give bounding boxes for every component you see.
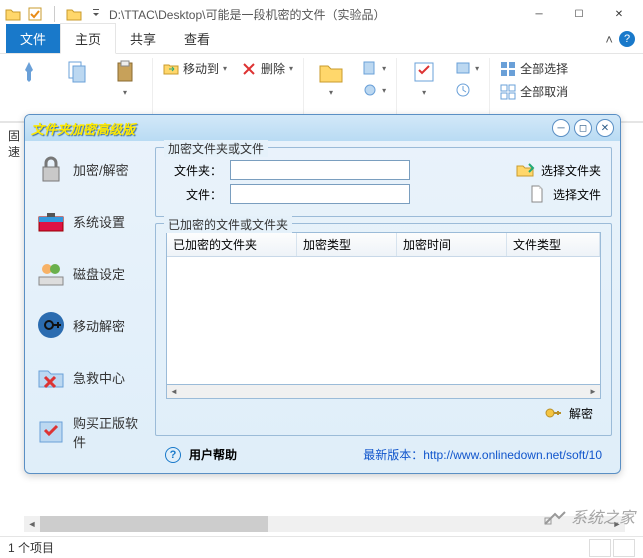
help-icon[interactable]: ? <box>619 31 635 47</box>
folder-input[interactable] <box>230 160 410 180</box>
select-file-button[interactable]: 选择文件 <box>527 184 601 204</box>
explorer-hscrollbar[interactable]: ◄ ► <box>24 516 625 532</box>
sidebar-item-mobile[interactable]: 移动解密 <box>29 305 151 345</box>
encrypted-listview[interactable]: 已加密的文件夹 加密类型 加密时间 文件类型 <box>166 232 601 385</box>
open-button[interactable]: ▾ <box>451 58 483 78</box>
minimize-button[interactable]: ─ <box>519 0 559 28</box>
encrypt-group-legend: 加密文件夹或文件 <box>164 140 268 157</box>
key-disc-icon <box>35 309 67 341</box>
pin-button[interactable] <box>8 58 50 88</box>
sidebar-item-buy[interactable]: 购买正版软件 <box>29 409 151 455</box>
sidebar-item-disk[interactable]: 磁盘设定 <box>29 253 151 293</box>
folder-yellow-icon[interactable] <box>65 5 83 23</box>
sidebar-item-label: 移动解密 <box>73 316 125 335</box>
tab-home[interactable]: 主页 <box>60 23 116 54</box>
ribbon-body: ▾ 移动到▾ 删除▾ ▾ ▾ ▾ ▾ ▾ 全部选择 全部取消 <box>0 54 643 122</box>
view-details-button[interactable] <box>589 539 611 557</box>
dialog-minimize-button[interactable]: ─ <box>552 119 570 137</box>
info-icon: ? <box>165 447 181 463</box>
col-time[interactable]: 加密时间 <box>397 233 507 256</box>
sidebar-item-label: 系统设置 <box>73 212 125 231</box>
version-label: 最新版本：http://www.onlinedown.net/soft/10 <box>363 446 602 463</box>
new-item-button[interactable]: ▾ <box>358 58 390 78</box>
checkbox-checked-icon[interactable] <box>26 5 44 23</box>
history-button[interactable] <box>451 80 483 100</box>
folder-icon <box>4 5 22 23</box>
nav-pane-partial: 固 速 <box>8 128 20 160</box>
encrypt-dialog: 文件夹加密高级版 ─ ◻ ✕ 加密/解密 系统设置 磁盘设定 移动解密 <box>24 114 621 474</box>
folder-arrow-icon <box>515 160 535 180</box>
close-button[interactable]: ✕ <box>599 0 639 28</box>
toolbox-icon <box>35 205 67 237</box>
sidebar-item-label: 急救中心 <box>73 368 125 387</box>
sidebar-item-label: 加密/解密 <box>73 160 129 179</box>
dialog-titlebar: 文件夹加密高级版 ─ ◻ ✕ <box>25 115 620 141</box>
sidebar-item-rescue[interactable]: 急救中心 <box>29 357 151 397</box>
col-type[interactable]: 加密类型 <box>297 233 397 256</box>
delete-button[interactable]: 删除▾ <box>237 58 297 79</box>
listview-hscroll[interactable]: ◄► <box>166 385 601 399</box>
copy-button[interactable] <box>56 58 98 88</box>
easy-access-button[interactable]: ▾ <box>358 80 390 100</box>
file-label: 文件： <box>166 186 222 203</box>
tab-view[interactable]: 查看 <box>170 24 224 53</box>
tab-file[interactable]: 文件 <box>6 24 60 53</box>
dialog-footer: ? 用户帮助 最新版本：http://www.onlinedown.net/so… <box>155 442 612 467</box>
dialog-maximize-button[interactable]: ◻ <box>574 119 592 137</box>
ribbon-tabs: 文件 主页 共享 查看 ˄ ? <box>0 28 643 54</box>
maximize-button[interactable]: ☐ <box>559 0 599 28</box>
address-path: D:\TTAC\Desktop\可能是一段机密的文件（实验品） <box>109 6 519 23</box>
key-icon <box>543 403 563 423</box>
paste-button[interactable]: ▾ <box>104 58 146 97</box>
ribbon-collapse-icon[interactable]: ˄ <box>605 32 613 47</box>
select-none-button[interactable]: 全部取消 <box>496 81 572 102</box>
properties-button[interactable]: ▾ <box>403 58 445 97</box>
encrypted-list-group: 已加密的文件或文件夹 已加密的文件夹 加密类型 加密时间 文件类型 ◄► 解密 <box>155 223 612 436</box>
new-folder-button[interactable]: ▾ <box>310 58 352 97</box>
listview-header: 已加密的文件夹 加密类型 加密时间 文件类型 <box>167 233 600 257</box>
encrypted-list-legend: 已加密的文件或文件夹 <box>164 216 292 233</box>
lock-icon <box>35 153 67 185</box>
select-folder-button[interactable]: 选择文件夹 <box>515 160 601 180</box>
dialog-main: 加密文件夹或文件 文件夹： 选择文件夹 文件： 选择文件 <box>155 141 620 473</box>
qat-dropdown-icon[interactable] <box>87 5 105 23</box>
version-link[interactable]: http://www.onlinedown.net/soft/10 <box>423 448 602 462</box>
dialog-close-button[interactable]: ✕ <box>596 119 614 137</box>
file-icon <box>527 184 547 204</box>
purchase-icon <box>35 416 67 448</box>
file-input[interactable] <box>230 184 410 204</box>
dialog-sidebar: 加密/解密 系统设置 磁盘设定 移动解密 急救中心 购买正版软件 <box>25 141 155 473</box>
sidebar-item-label: 磁盘设定 <box>73 264 125 283</box>
dialog-title: 文件夹加密高级版 <box>31 119 548 138</box>
col-filetype[interactable]: 文件类型 <box>507 233 600 256</box>
sidebar-item-encrypt[interactable]: 加密/解密 <box>29 149 151 189</box>
status-item-count: 1 个项目 <box>8 539 54 556</box>
sidebar-item-settings[interactable]: 系统设置 <box>29 201 151 241</box>
user-help-link[interactable]: 用户帮助 <box>189 446 237 463</box>
move-to-button[interactable]: 移动到▾ <box>159 58 231 79</box>
col-folder[interactable]: 已加密的文件夹 <box>167 233 297 256</box>
tab-share[interactable]: 共享 <box>116 24 170 53</box>
select-all-button[interactable]: 全部选择 <box>496 58 572 79</box>
disk-users-icon <box>35 257 67 289</box>
decrypt-button[interactable]: 解密 <box>543 403 593 423</box>
encrypt-group: 加密文件夹或文件 文件夹： 选择文件夹 文件： 选择文件 <box>155 147 612 217</box>
view-icons-button[interactable] <box>613 539 635 557</box>
sidebar-item-label: 购买正版软件 <box>73 413 145 451</box>
folder-x-icon <box>35 361 67 393</box>
folder-label: 文件夹： <box>166 162 222 179</box>
statusbar: 1 个项目 <box>0 536 643 558</box>
watermark: 系统之家 <box>543 504 635 528</box>
